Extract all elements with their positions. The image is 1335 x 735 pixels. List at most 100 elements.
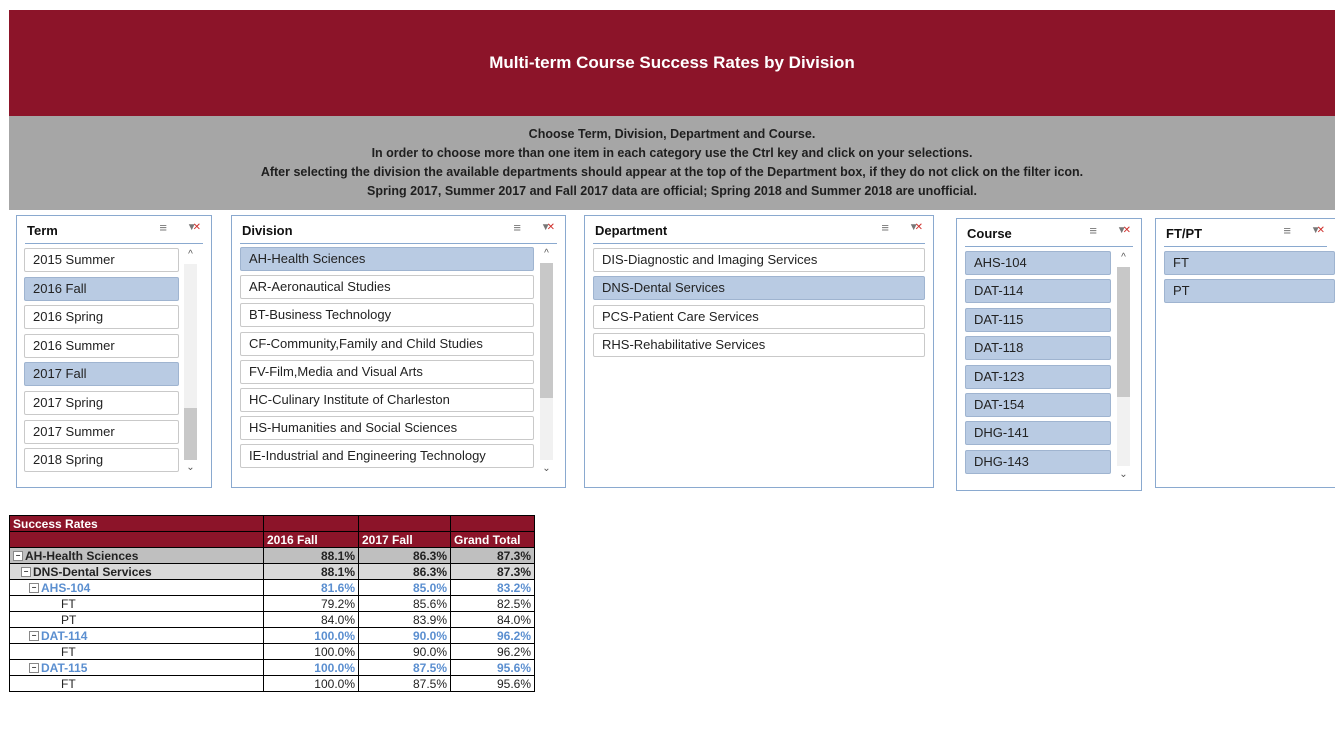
pivot-value-cell: 96.2% bbox=[450, 627, 535, 644]
pivot-value-cell: 100.0% bbox=[263, 659, 359, 676]
pivot-value-cell: 88.1% bbox=[263, 563, 359, 580]
instruction-line: Choose Term, Division, Department and Co… bbox=[528, 127, 816, 141]
term-slicer-item[interactable]: 2015 Summer bbox=[24, 248, 179, 272]
clear-filter-icon[interactable]: ▼✕ bbox=[541, 220, 555, 236]
division-slicer-item[interactable]: IE-Industrial and Engineering Technology bbox=[240, 444, 534, 468]
pivot-value-cell: 84.0% bbox=[263, 611, 359, 628]
department-slicer-item[interactable]: DNS-Dental Services bbox=[593, 276, 925, 300]
slicer-header: Division ≡ ▼✕ bbox=[240, 216, 557, 244]
clear-filter-icon[interactable]: ▼✕ bbox=[1311, 223, 1325, 239]
division-slicer-item[interactable]: FV-Film,Media and Visual Arts bbox=[240, 360, 534, 384]
pivot-value-cell: 87.3% bbox=[450, 563, 535, 580]
course-slicer-item[interactable]: DAT-114 bbox=[965, 279, 1111, 303]
term-slicer-item[interactable]: 2016 Summer bbox=[24, 334, 179, 358]
collapse-icon[interactable]: − bbox=[21, 567, 31, 578]
term-slicer-item[interactable]: 2017 Fall bbox=[24, 362, 179, 386]
clear-filter-icon[interactable]: ▼✕ bbox=[909, 220, 923, 236]
slicer-scrollbar[interactable]: ^ ⌄ bbox=[183, 248, 198, 475]
slicer-header: FT/PT ≡ ▼✕ bbox=[1164, 219, 1327, 247]
pivot-row-label[interactable]: FT bbox=[9, 595, 264, 612]
pivot-row: FT 79.2% 85.6% 82.5% bbox=[9, 595, 535, 612]
row-label-text: AHS-104 bbox=[41, 580, 91, 595]
division-slicer-item[interactable]: HS-Humanities and Social Sciences bbox=[240, 416, 534, 440]
course-slicer-item[interactable]: DHG-143 bbox=[965, 450, 1111, 474]
clear-filter-icon[interactable]: ▼✕ bbox=[1117, 223, 1131, 239]
row-label-text: DNS-Dental Services bbox=[33, 564, 152, 579]
term-slicer-item[interactable]: 2018 Spring bbox=[24, 448, 179, 472]
pivot-value-cell: 85.6% bbox=[358, 595, 451, 612]
division-slicer-item[interactable]: CF-Community,Family and Child Studies bbox=[240, 332, 534, 356]
pivot-title: Success Rates bbox=[9, 515, 264, 532]
chevron-down-icon[interactable]: ⌄ bbox=[539, 462, 554, 476]
pivot-row-label[interactable]: − DAT-115 bbox=[9, 659, 264, 676]
multi-select-icon[interactable]: ≡ bbox=[881, 220, 889, 236]
division-slicer-item[interactable]: AR-Aeronautical Studies bbox=[240, 275, 534, 299]
course-slicer-item[interactable]: DAT-154 bbox=[965, 393, 1111, 417]
pivot-row-label[interactable]: PT bbox=[9, 611, 264, 628]
chevron-down-icon[interactable]: ⌄ bbox=[183, 461, 198, 475]
ftpt-slicer-item[interactable]: PT bbox=[1164, 279, 1335, 303]
collapse-icon[interactable]: − bbox=[29, 631, 39, 642]
scroll-thumb[interactable] bbox=[184, 408, 197, 460]
pivot-value-cell: 79.2% bbox=[263, 595, 359, 612]
pivot-value-cell: 100.0% bbox=[263, 675, 359, 692]
chevron-up-icon[interactable]: ^ bbox=[1116, 251, 1131, 265]
pivot-column-header-row: 2016 Fall 2017 Fall Grand Total bbox=[9, 531, 535, 548]
pivot-row-label[interactable]: − AHS-104 bbox=[9, 579, 264, 596]
division-slicer-item[interactable]: AH-Health Sciences bbox=[240, 247, 534, 271]
row-label-text: AH-Health Sciences bbox=[25, 548, 139, 563]
scroll-thumb[interactable] bbox=[540, 263, 553, 398]
division-slicer-item[interactable]: HC-Culinary Institute of Charleston bbox=[240, 388, 534, 412]
pivot-row-label[interactable]: FT bbox=[9, 675, 264, 692]
pivot-row: − AH-Health Sciences 88.1% 86.3% 87.3% bbox=[9, 547, 535, 564]
clear-filter-icon[interactable]: ▼✕ bbox=[187, 220, 201, 236]
slicer-title: Term bbox=[27, 223, 58, 238]
pivot-value-cell: 87.3% bbox=[450, 547, 535, 564]
chevron-down-icon[interactable]: ⌄ bbox=[1116, 468, 1131, 482]
slicer-title: Course bbox=[967, 226, 1012, 241]
multi-select-icon[interactable]: ≡ bbox=[1283, 223, 1291, 239]
multi-select-icon[interactable]: ≡ bbox=[513, 220, 521, 236]
course-slicer-item[interactable]: DAT-123 bbox=[965, 365, 1111, 389]
division-slicer-item[interactable]: BT-Business Technology bbox=[240, 303, 534, 327]
course-slicer-item[interactable]: AHS-104 bbox=[965, 251, 1111, 275]
pivot-header-cell bbox=[450, 515, 535, 532]
term-slicer-item[interactable]: 2017 Spring bbox=[24, 391, 179, 415]
department-slicer-item[interactable]: RHS-Rehabilitative Services bbox=[593, 333, 925, 357]
pivot-value-cell: 87.5% bbox=[358, 675, 451, 692]
slicer-scrollbar[interactable]: ^ ⌄ bbox=[539, 247, 554, 476]
course-slicer-item[interactable]: DHG-141 bbox=[965, 421, 1111, 445]
row-label-text: PT bbox=[61, 612, 77, 627]
department-slicer-item[interactable]: DIS-Diagnostic and Imaging Services bbox=[593, 248, 925, 272]
multi-select-icon[interactable]: ≡ bbox=[1089, 223, 1097, 239]
chevron-up-icon[interactable]: ^ bbox=[183, 248, 198, 262]
pivot-row: FT 100.0% 90.0% 96.2% bbox=[9, 643, 535, 660]
pivot-row-label[interactable]: FT bbox=[9, 643, 264, 660]
term-slicer-item[interactable]: 2016 Spring bbox=[24, 305, 179, 329]
collapse-icon[interactable]: − bbox=[29, 583, 39, 594]
pivot-row-label[interactable]: − AH-Health Sciences bbox=[9, 547, 264, 564]
pivot-row: FT 100.0% 87.5% 95.6% bbox=[9, 675, 535, 692]
pivot-row-label[interactable]: − DNS-Dental Services bbox=[9, 563, 264, 580]
scroll-thumb[interactable] bbox=[1117, 267, 1130, 397]
slicer-scrollbar[interactable]: ^ ⌄ bbox=[1116, 251, 1131, 482]
chevron-up-icon[interactable]: ^ bbox=[539, 247, 554, 261]
department-slicer-item[interactable]: PCS-Patient Care Services bbox=[593, 305, 925, 329]
term-slicer-item[interactable]: 2017 Summer bbox=[24, 420, 179, 444]
report-banner: Multi-term Course Success Rates by Divis… bbox=[9, 10, 1335, 116]
course-slicer-item[interactable]: DAT-115 bbox=[965, 308, 1111, 332]
pivot-value-cell: 84.0% bbox=[450, 611, 535, 628]
course-slicer-item[interactable]: DAT-118 bbox=[965, 336, 1111, 360]
collapse-icon[interactable]: − bbox=[13, 551, 23, 562]
pivot-row: PT 84.0% 83.9% 84.0% bbox=[9, 611, 535, 628]
pivot-row-label[interactable]: − DAT-114 bbox=[9, 627, 264, 644]
row-label-text: FT bbox=[61, 644, 76, 659]
ftpt-slicer-item[interactable]: FT bbox=[1164, 251, 1335, 275]
multi-select-icon[interactable]: ≡ bbox=[159, 220, 167, 236]
row-label-text: FT bbox=[61, 676, 76, 691]
collapse-icon[interactable]: − bbox=[29, 663, 39, 674]
pivot-value-cell: 81.6% bbox=[263, 579, 359, 596]
term-slicer-item[interactable]: 2016 Fall bbox=[24, 277, 179, 301]
pivot-header-cell bbox=[358, 515, 451, 532]
pivot-value-cell: 86.3% bbox=[358, 547, 451, 564]
